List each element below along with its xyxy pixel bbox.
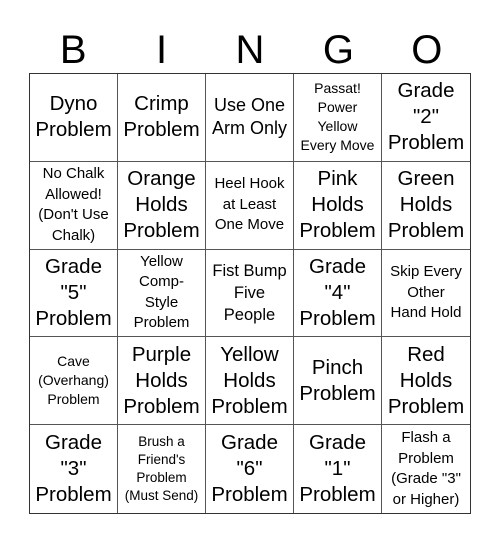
bingo-cell[interactable]: Grade "5" Problem — [30, 249, 118, 338]
bingo-cell[interactable]: Pink Holds Problem — [294, 161, 382, 250]
bingo-cell[interactable]: Grade "6" Problem — [206, 425, 294, 513]
bingo-cell[interactable]: Pinch Problem — [294, 337, 382, 426]
bingo-cell[interactable]: Grade "4" Problem — [294, 249, 382, 338]
bingo-cell-text: Red Holds Problem — [387, 342, 465, 418]
bingo-cell-text: Orange Holds Problem — [123, 167, 200, 243]
bingo-cell-text: Yellow Comp- Style Problem — [133, 252, 190, 332]
bingo-cell[interactable]: Purple Holds Problem — [118, 337, 206, 426]
bingo-cell-text: Heel Hook at Least One Move — [214, 175, 285, 234]
bingo-cell-text: Green Holds Problem — [387, 167, 465, 243]
header-letter-o: O — [411, 28, 443, 72]
bingo-cell[interactable]: Red Holds Problem — [382, 337, 470, 426]
bingo-cell-text: Brush a Friend's Problem (Must Send) — [124, 434, 199, 504]
bingo-cell[interactable]: Crimp Problem — [118, 74, 206, 162]
bingo-cell-text: Pink Holds Problem — [299, 167, 376, 243]
bingo-cell-text: Skip Every Other Hand Hold — [390, 263, 462, 322]
bingo-cell-text: Yellow Holds Problem — [211, 342, 288, 418]
bingo-cell[interactable]: Flash a Problem (Grade "3" or Higher) — [382, 425, 470, 513]
bingo-header: B I N G O — [29, 28, 471, 72]
bingo-cell[interactable]: Dyno Problem — [30, 74, 118, 162]
bingo-cell[interactable]: Fist Bump Five People — [206, 249, 294, 338]
bingo-cell-text: Flash a Problem (Grade "3" or Higher) — [391, 429, 461, 508]
bingo-cell-text: Purple Holds Problem — [123, 342, 200, 418]
bingo-cell-text: Grade "3" Problem — [35, 431, 112, 507]
header-letter-b: B — [59, 28, 87, 72]
bingo-cell[interactable]: Yellow Holds Problem — [206, 337, 294, 426]
bingo-cell-text: Grade "2" Problem — [387, 79, 465, 155]
bingo-cell[interactable]: Yellow Comp- Style Problem — [118, 249, 206, 338]
header-letter-i: I — [156, 28, 168, 72]
bingo-cell[interactable]: Passat! Power Yellow Every Move — [294, 74, 382, 162]
bingo-cell-text: Grade "4" Problem — [299, 254, 376, 330]
bingo-cell-text: Cave (Overhang) Problem — [38, 353, 109, 408]
bingo-cell-text: Passat! Power Yellow Every Move — [300, 80, 375, 154]
bingo-cell[interactable]: Green Holds Problem — [382, 162, 470, 250]
bingo-grid: Dyno Problem Crimp Problem Use One Arm Onl… — [29, 73, 471, 514]
bingo-cell[interactable]: No Chalk Allowed! (Don't Use Chalk) — [30, 161, 118, 250]
bingo-cell[interactable]: Cave (Overhang) Problem — [30, 337, 118, 426]
bingo-cell[interactable]: Orange Holds Problem — [118, 161, 206, 250]
bingo-cell-text: Crimp Problem — [123, 92, 200, 142]
bingo-cell[interactable]: Brush a Friend's Problem (Must Send) — [118, 425, 206, 513]
bingo-cell-text: Grade "1" Problem — [299, 431, 376, 507]
bingo-cell[interactable]: Grade "3" Problem — [30, 425, 118, 513]
header-letter-g: G — [322, 28, 354, 72]
bingo-cell[interactable]: Use One Arm Only — [206, 74, 294, 162]
bingo-cell[interactable]: Grade "2" Problem — [382, 74, 470, 162]
bingo-cell[interactable]: Grade "1" Problem — [294, 425, 382, 513]
bingo-cell-text: No Chalk Allowed! (Don't Use Chalk) — [38, 165, 109, 244]
bingo-cell-text: Fist Bump Five People — [212, 261, 287, 324]
bingo-cell-text: Grade "6" Problem — [211, 431, 288, 507]
bingo-cell-text: Grade "5" Problem — [35, 254, 112, 330]
bingo-cell[interactable]: Heel Hook at Least One Move — [206, 161, 294, 250]
bingo-cell-text: Dyno Problem — [35, 92, 112, 142]
bingo-cell[interactable]: Skip Every Other Hand Hold — [382, 250, 470, 338]
bingo-cell-text: Use One Arm Only — [211, 95, 287, 139]
bingo-cell-text: Pinch Problem — [299, 355, 376, 405]
header-letter-n: N — [235, 28, 265, 72]
